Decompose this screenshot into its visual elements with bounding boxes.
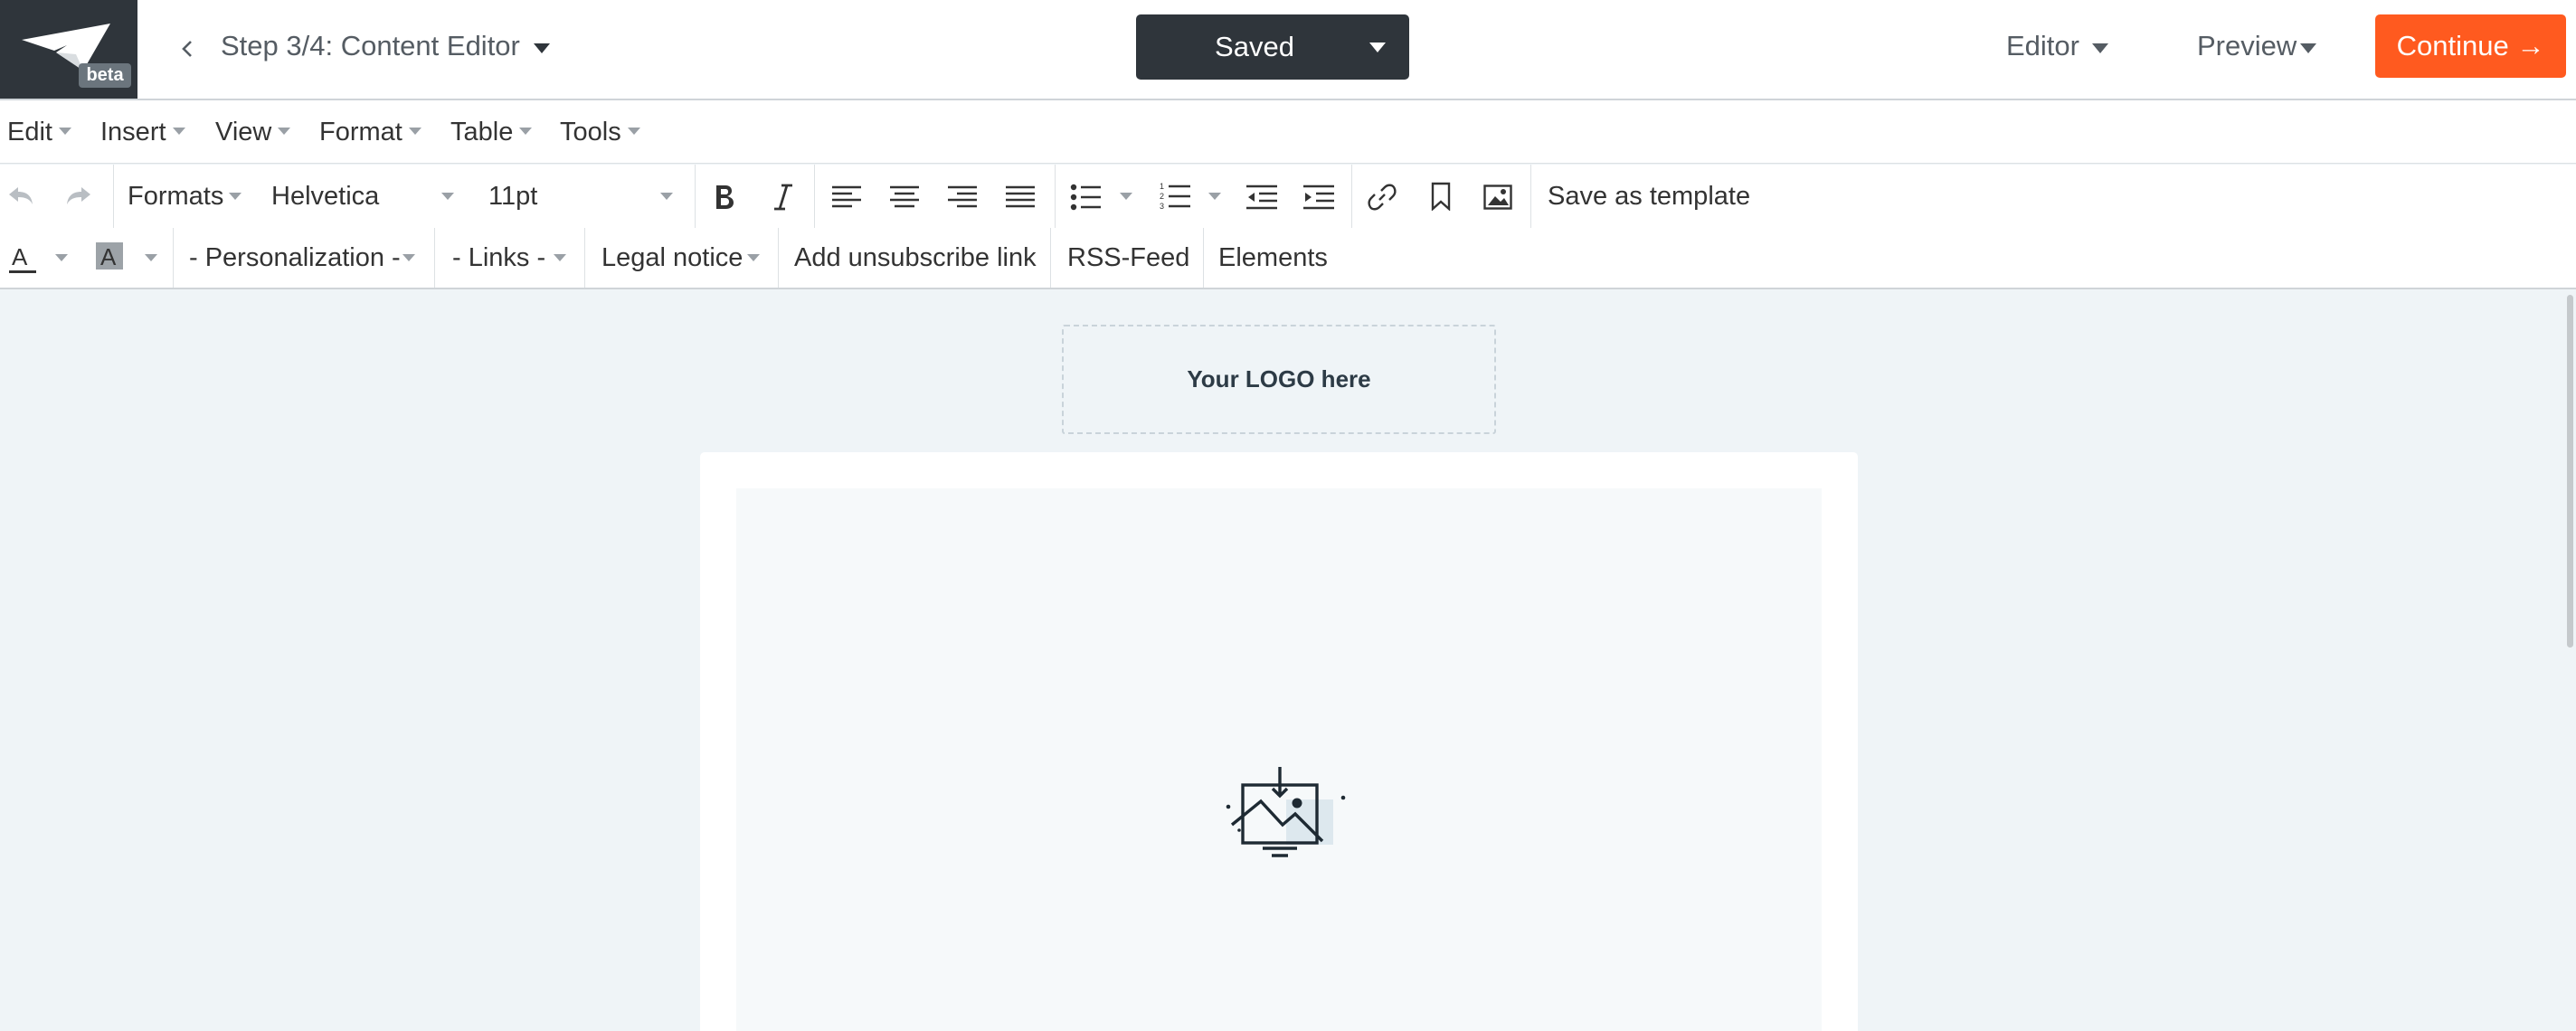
svg-text:3: 3	[1160, 202, 1164, 211]
menu-insert[interactable]: Insert	[100, 118, 185, 147]
undo-icon[interactable]	[7, 184, 34, 208]
menu-view[interactable]: View	[215, 118, 291, 147]
text-color-icon[interactable]: A	[9, 244, 36, 275]
font-size-select[interactable]: 11pt	[488, 182, 537, 212]
caret-down-icon	[402, 254, 415, 261]
menu-format-label: Format	[319, 118, 402, 147]
caret-down-icon	[627, 128, 640, 136]
image-upload-icon[interactable]	[1221, 760, 1357, 868]
outdent-icon[interactable]	[1246, 184, 1277, 210]
caret-down-icon	[441, 193, 454, 200]
elements-button[interactable]: Elements	[1218, 243, 1328, 273]
menu-view-label: View	[215, 118, 272, 147]
numbered-list-caret-icon[interactable]	[1208, 193, 1221, 200]
caret-down-icon	[554, 254, 566, 261]
menu-table-label: Table	[450, 118, 514, 147]
add-unsubscribe-link-button[interactable]: Add unsubscribe link	[794, 243, 1037, 273]
numbered-list-icon[interactable]: 1 2 3	[1160, 181, 1190, 212]
menu-tools-label: Tools	[560, 118, 621, 147]
menu-edit[interactable]: Edit	[7, 118, 71, 147]
caret-down-icon	[172, 128, 185, 136]
toolbar-divider	[173, 228, 174, 288]
continue-button[interactable]: Continue →	[2375, 14, 2566, 78]
top-header: beta Step 3/4: Content Editor Saved Edit…	[0, 0, 2576, 100]
text-color-caret-icon[interactable]	[55, 254, 68, 261]
italic-icon[interactable]	[772, 183, 795, 212]
editor-dropdown-label: Editor	[2006, 30, 2079, 61]
svg-text:1: 1	[1160, 182, 1164, 191]
caret-down-icon	[229, 193, 242, 200]
app-logo[interactable]: beta	[0, 0, 137, 99]
toolbar-divider	[1050, 228, 1051, 288]
caret-down-icon	[660, 193, 673, 200]
caret-down-icon	[747, 254, 760, 261]
align-center-icon[interactable]	[890, 184, 919, 210]
caret-down-icon	[58, 128, 71, 136]
menu-tools[interactable]: Tools	[560, 118, 640, 147]
svg-text:A: A	[12, 244, 28, 270]
preview-dropdown-label: Preview	[2197, 30, 2297, 61]
redo-icon[interactable]	[65, 184, 92, 208]
formatting-toolbar-row-1: Formats Helvetica 11pt 1 2 3 Save as tem…	[0, 165, 2576, 228]
indent-icon[interactable]	[1303, 184, 1334, 210]
toolbar-divider	[113, 165, 114, 228]
insert-image-icon[interactable]	[1483, 184, 1512, 210]
preview-caret-icon[interactable]	[2300, 43, 2316, 53]
toolbar-divider	[1530, 165, 1531, 228]
rss-feed-button[interactable]: RSS-Feed	[1067, 243, 1189, 273]
bookmark-icon[interactable]	[1430, 182, 1452, 211]
align-right-icon[interactable]	[948, 184, 977, 210]
logo-placeholder[interactable]: Your LOGO here	[1062, 325, 1496, 434]
caret-down-icon	[519, 128, 533, 136]
editor-menubar: Edit Insert View Format Table Tools	[0, 100, 2576, 164]
align-left-icon[interactable]	[832, 184, 861, 210]
toolbar-divider	[814, 165, 815, 228]
saved-dropdown-caret-icon[interactable]	[1369, 43, 1386, 52]
bold-icon[interactable]	[713, 183, 736, 212]
toolbar-divider	[778, 228, 779, 288]
menu-edit-label: Edit	[7, 118, 52, 147]
save-as-template-button[interactable]: Save as template	[1548, 182, 1750, 212]
toolbar-divider	[1203, 228, 1204, 288]
personalization-dropdown[interactable]: - Personalization -	[189, 243, 401, 273]
svg-text:2: 2	[1160, 192, 1164, 201]
toolbar-divider	[1351, 165, 1352, 228]
canvas-scrollbar[interactable]	[2567, 295, 2573, 648]
toolbar-divider	[1055, 165, 1056, 228]
chevron-left-icon	[182, 41, 192, 57]
saved-button[interactable]: Saved	[1136, 14, 1409, 80]
toolbar-divider	[695, 165, 696, 228]
formatting-toolbar-row-2: A A - Personalization - - Links - Legal …	[0, 228, 2576, 289]
align-justify-icon[interactable]	[1006, 184, 1035, 210]
links-dropdown[interactable]: - Links -	[452, 243, 545, 273]
back-button[interactable]	[172, 27, 203, 71]
caret-down-icon[interactable]	[534, 43, 550, 53]
beta-badge: beta	[79, 63, 131, 88]
font-family-select[interactable]: Helvetica	[271, 182, 379, 212]
svg-text:A: A	[100, 243, 117, 270]
editor-dropdown[interactable]: Editor	[2006, 30, 2079, 62]
toolbar-divider	[434, 228, 435, 288]
logo-placeholder-text: Your LOGO here	[1187, 365, 1371, 393]
menu-insert-label: Insert	[100, 118, 166, 147]
background-color-caret-icon[interactable]	[145, 254, 157, 261]
saved-button-label: Saved	[1215, 31, 1294, 62]
caret-down-icon	[408, 128, 421, 136]
formats-dropdown[interactable]: Formats	[128, 182, 223, 212]
background-color-icon[interactable]: A	[96, 242, 123, 273]
legal-notice-dropdown[interactable]: Legal notice	[601, 243, 743, 273]
caret-down-icon	[278, 128, 291, 136]
toolbar-divider	[584, 228, 585, 288]
step-dropdown-label[interactable]: Step 3/4: Content Editor	[221, 30, 520, 62]
menu-format[interactable]: Format	[319, 118, 421, 147]
bullet-list-icon[interactable]	[1070, 183, 1101, 212]
link-icon[interactable]	[1368, 183, 1397, 212]
editor-caret-icon[interactable]	[2092, 43, 2108, 53]
bullet-list-caret-icon[interactable]	[1120, 193, 1132, 200]
menu-table[interactable]: Table	[450, 118, 533, 147]
preview-dropdown[interactable]: Preview	[2197, 30, 2297, 62]
